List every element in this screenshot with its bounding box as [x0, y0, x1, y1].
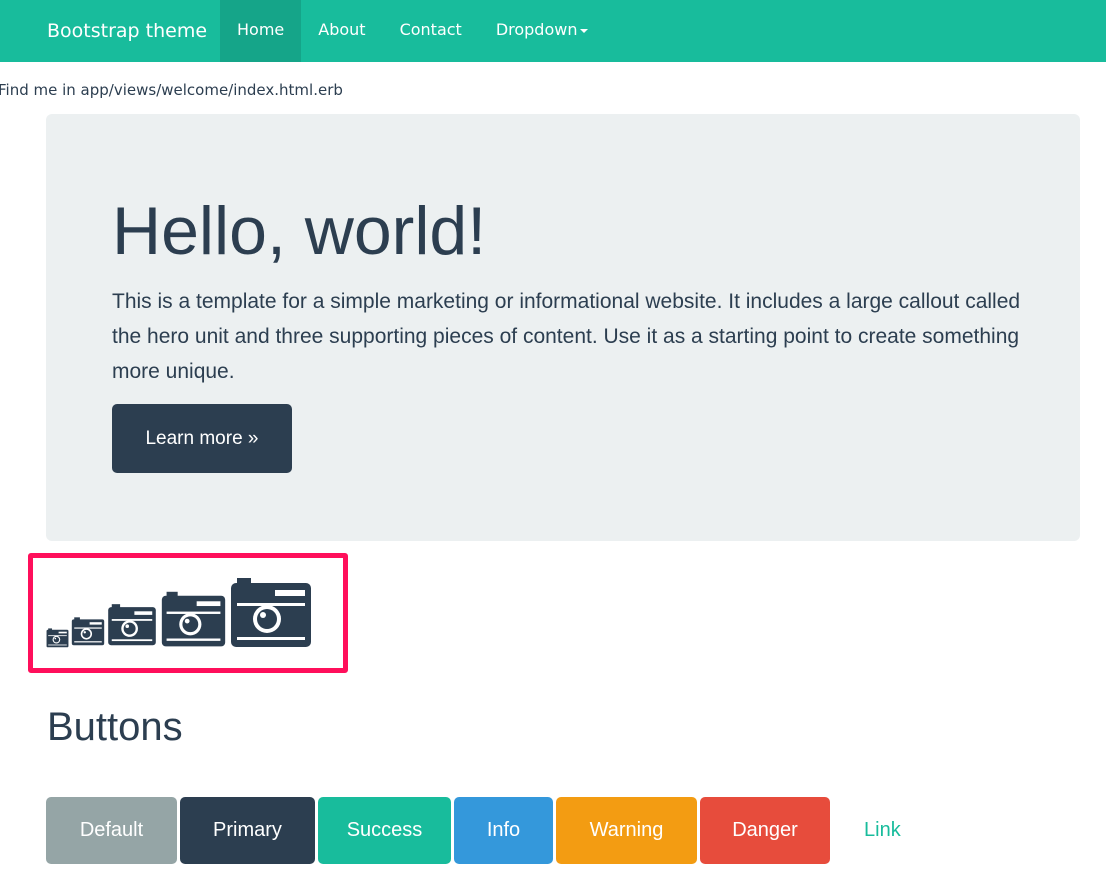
dropdown-label: Dropdown: [495, 20, 578, 39]
learn-more-button[interactable]: Learn more »: [112, 404, 292, 473]
camera-icon-lg: [161, 591, 226, 647]
nav-menu: Home About Contact Dropdown: [220, 0, 605, 62]
default-button[interactable]: Default: [46, 797, 177, 864]
nav-item-contact[interactable]: Contact: [383, 0, 479, 62]
info-button[interactable]: Info: [454, 797, 553, 864]
warning-button[interactable]: Warning: [556, 797, 697, 864]
camera-icon-md: [108, 604, 156, 646]
camera-icon-xs: [46, 628, 69, 648]
primary-button[interactable]: Primary: [180, 797, 315, 864]
nav-item-home[interactable]: Home: [220, 0, 302, 62]
navbar: Bootstrap theme Home About Contact Dropd…: [0, 0, 1106, 62]
buttons-section-title: Buttons: [47, 705, 183, 749]
success-button[interactable]: Success: [318, 797, 451, 864]
camera-icon-xl: [231, 578, 311, 647]
template-path-text: Find me in app/views/welcome/index.html.…: [0, 81, 343, 99]
hero-lead: This is a template for a simple marketin…: [112, 290, 1021, 383]
nav-item-dropdown[interactable]: Dropdown: [479, 0, 606, 62]
link-button[interactable]: Link: [864, 797, 901, 864]
nav-item-about[interactable]: About: [301, 0, 382, 62]
jumbotron: Hello, world! This is a template for a s…: [46, 114, 1080, 541]
caret-down-icon: [580, 28, 589, 33]
hero-title: Hello, world!: [112, 193, 487, 269]
danger-button[interactable]: Danger: [700, 797, 830, 864]
camera-icon-sm: [71, 617, 105, 646]
navbar-brand[interactable]: Bootstrap theme: [47, 0, 207, 62]
